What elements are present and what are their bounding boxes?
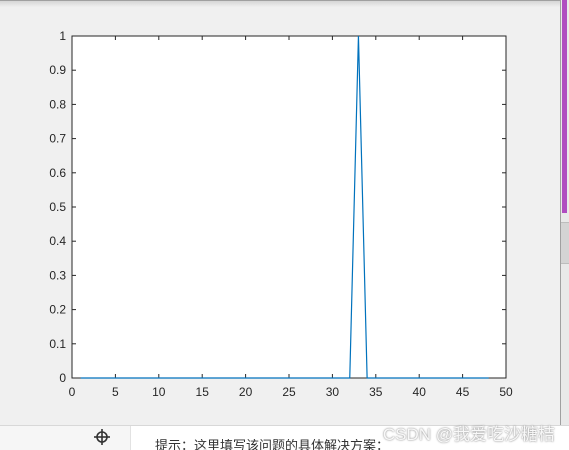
y-tick-label: 0.5 [49,200,66,214]
scrollbar-accent [562,0,567,213]
y-tick-label: 0.7 [49,132,66,146]
bottom-left-panel [0,426,131,450]
csdn-watermark: CSDN @我爱吃沙糖桔 [382,425,555,444]
x-tick-label: 15 [196,385,210,399]
x-tick-label: 30 [326,385,340,399]
x-tick-label: 25 [282,385,296,399]
hint-text: 提示：这里填写该问题的具体解决方案： [155,439,390,450]
x-tick-label: 20 [239,385,253,399]
y-tick-label: 0.6 [49,166,66,180]
y-tick-label: 0.3 [49,268,66,282]
y-tick-label: 0.4 [49,234,66,248]
y-tick-label: 1 [59,29,66,43]
plot-area: 0 5 10 15 20 25 30 35 40 45 50 0 0.1 0.2 0.3 0.4 0.5 0.6… [49,29,513,399]
axes-background [71,35,507,379]
x-tick-label: 5 [112,385,119,399]
x-tick-label: 45 [456,385,470,399]
y-tick-label: 0 [59,371,66,385]
x-tick-label: 50 [499,385,513,399]
move-anchor-icon[interactable] [93,428,111,446]
x-tick-label: 10 [152,385,166,399]
y-tick-label: 0.1 [49,337,66,351]
scrollbar-thumb[interactable] [561,222,569,264]
x-tick-label: 40 [413,385,427,399]
x-tick-label: 0 [69,385,76,399]
y-tick-label: 0.9 [49,63,66,77]
y-tick-label: 0.8 [49,97,66,111]
y-tick-label: 0.2 [49,303,66,317]
x-tick-label: 35 [369,385,383,399]
